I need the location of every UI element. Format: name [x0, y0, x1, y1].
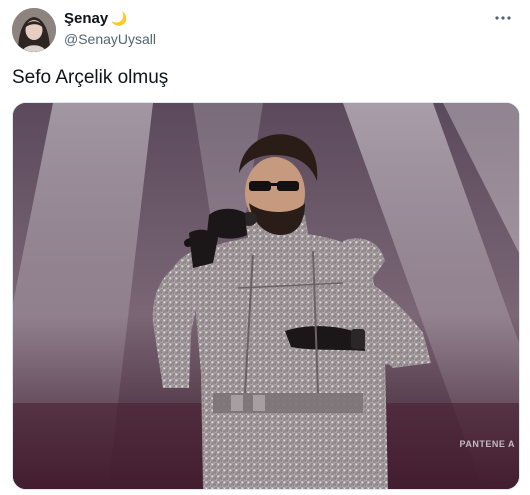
tv-watermark: PANTENE A — [459, 439, 515, 449]
display-name[interactable]: Şenay — [64, 10, 108, 28]
tweet-text: Sefo Arçelik olmuş — [12, 67, 169, 88]
more-dots-icon[interactable] — [490, 8, 516, 28]
avatar[interactable] — [12, 8, 56, 52]
tweet-card: Şenay 🌙 @SenayUysall Sefo Arçelik olmuş — [0, 0, 530, 495]
user-handle[interactable]: @SenayUysall — [64, 30, 156, 48]
name-row: Şenay 🌙 — [64, 10, 127, 28]
performer-photo — [13, 103, 519, 489]
moon-emoji: 🌙 — [111, 11, 128, 26]
avatar-image — [12, 8, 56, 52]
tweet-media-photo[interactable]: PANTENE A — [12, 102, 520, 490]
